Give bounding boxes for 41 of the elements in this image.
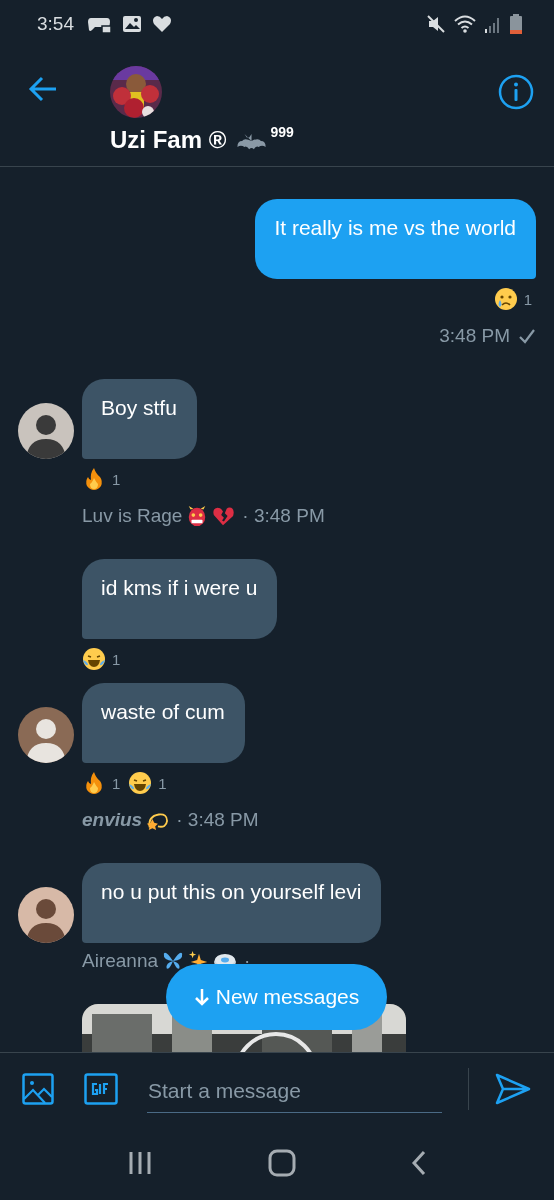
broken-heart-icon xyxy=(212,505,235,527)
down-arrow-icon xyxy=(193,987,210,1007)
conversation-title: Uzi Fam ® xyxy=(110,126,227,154)
message-bubble: It really is me vs the world xyxy=(255,199,536,279)
recent-apps-icon[interactable] xyxy=(127,1149,154,1176)
info-icon[interactable] xyxy=(498,74,534,110)
status-time: 3:54 xyxy=(37,13,74,35)
butterfly-icon xyxy=(162,950,185,972)
wifi-icon xyxy=(454,15,476,33)
gif-button[interactable] xyxy=(84,1073,118,1105)
back-arrow-icon[interactable] xyxy=(28,76,58,102)
message-field[interactable]: Start a message xyxy=(147,1069,442,1113)
message-bubble: id kms if i were u xyxy=(82,559,278,639)
title-superscript: 999 xyxy=(270,124,294,140)
sender-name: Luv is Rage xyxy=(82,505,183,527)
message-bubble: Boy stfu xyxy=(82,379,197,459)
crying-face-icon xyxy=(493,287,518,311)
home-icon[interactable] xyxy=(268,1148,296,1177)
message-time: 3:48 PM xyxy=(439,325,510,347)
battery-icon xyxy=(510,14,522,34)
mute-icon xyxy=(426,14,446,34)
message-time: · 3:48 PM xyxy=(242,505,325,527)
reaction-count: 1 xyxy=(523,290,532,308)
image-icon xyxy=(122,14,142,34)
back-icon[interactable] xyxy=(410,1149,427,1176)
heart-icon xyxy=(152,14,172,34)
sender-name: Aireanna xyxy=(82,950,159,972)
message-bubble: no u put this on yourself levi xyxy=(82,863,382,943)
reaction-count: 1 xyxy=(158,774,167,792)
laughing-face-icon xyxy=(82,647,106,671)
reaction-count: 1 xyxy=(112,650,121,668)
image-icon[interactable] xyxy=(22,1073,54,1105)
laughing-face-icon xyxy=(128,771,153,795)
message-time: · 3:48 PM xyxy=(176,809,259,831)
reaction-count: 1 xyxy=(112,470,121,488)
sender-name: envius xyxy=(82,809,143,831)
message-bubble: waste of cum xyxy=(82,683,245,763)
signal-icon xyxy=(484,15,502,33)
new-messages-button[interactable]: New messages xyxy=(166,964,387,1030)
reaction-count: 1 xyxy=(112,774,121,792)
send-icon[interactable] xyxy=(495,1073,531,1105)
